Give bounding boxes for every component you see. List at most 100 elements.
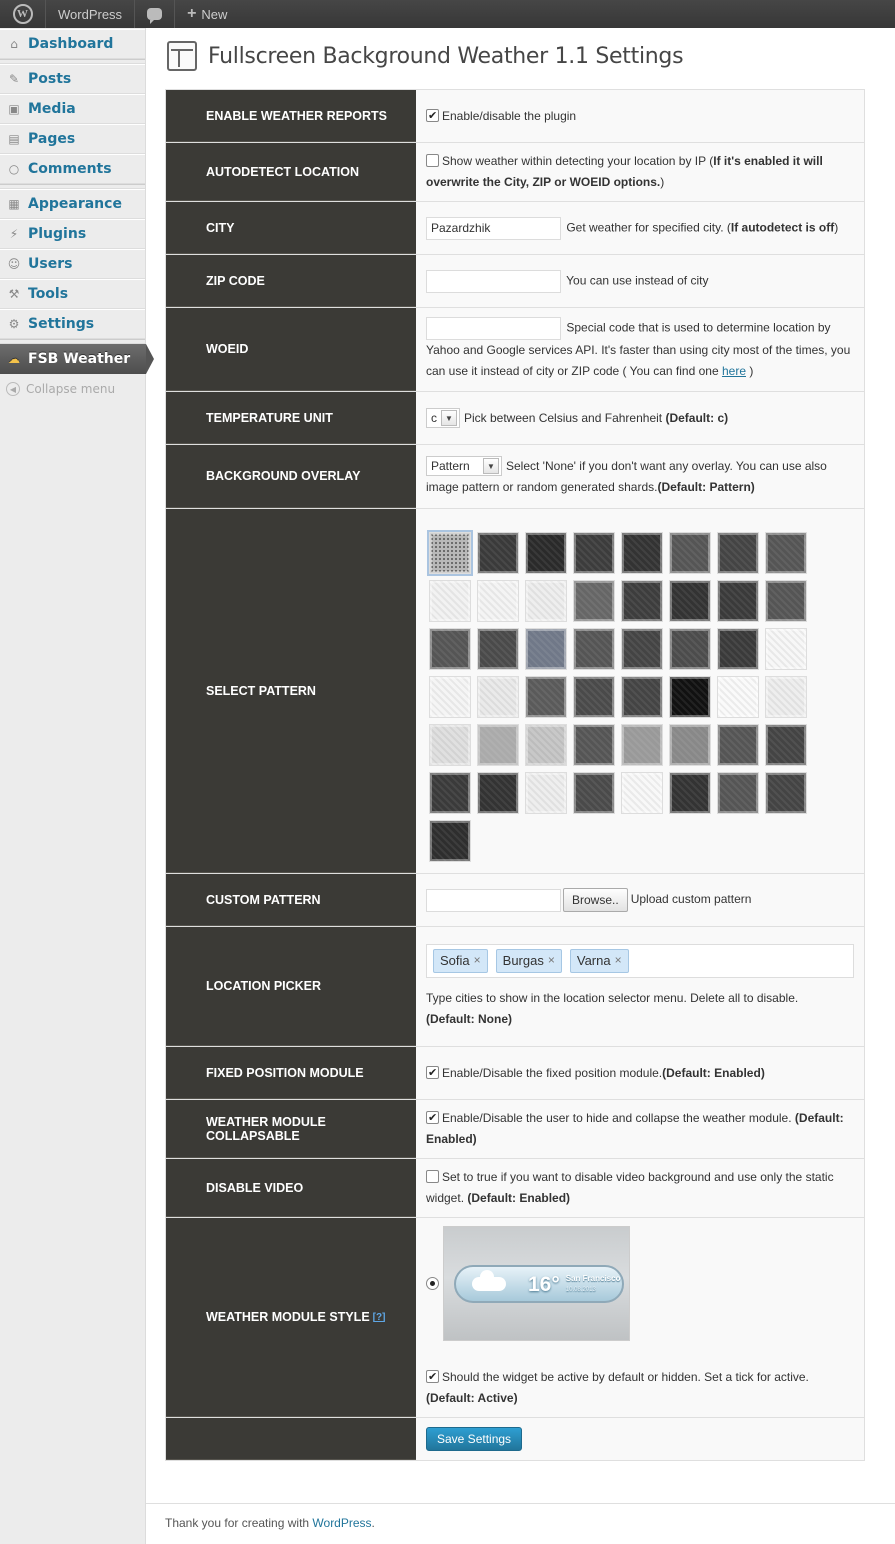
style-radio[interactable] — [426, 1277, 439, 1290]
collapse-menu-button[interactable]: ◀ Collapse menu — [0, 374, 145, 404]
pattern-swatch[interactable] — [573, 628, 615, 670]
woeid-here-link[interactable]: here — [722, 364, 746, 378]
pattern-swatch[interactable] — [429, 580, 471, 622]
widget-active-checkbox[interactable] — [426, 1367, 439, 1388]
pattern-swatch[interactable] — [765, 532, 807, 574]
custom-pattern-input[interactable] — [426, 888, 561, 912]
pattern-swatch[interactable] — [525, 532, 567, 574]
row-description: Pick between Celsius and Fahrenheit — [464, 410, 666, 425]
save-settings-button[interactable]: Save Settings — [426, 1427, 523, 1451]
comments-icon: ○ — [8, 162, 20, 176]
pattern-swatch[interactable] — [525, 580, 567, 622]
overlay-select[interactable]: Pattern ▼ — [426, 456, 502, 477]
pattern-swatch[interactable] — [525, 772, 567, 814]
pattern-swatch[interactable] — [477, 676, 519, 718]
menu-settings[interactable]: ⚙ Settings — [0, 309, 145, 339]
collapsable-checkbox[interactable] — [426, 1108, 439, 1129]
zip-input[interactable] — [426, 269, 561, 293]
menu-posts[interactable]: ✎ Posts — [0, 64, 145, 94]
pattern-swatch[interactable] — [573, 772, 615, 814]
pattern-swatch[interactable] — [429, 820, 471, 862]
autodetect-checkbox[interactable] — [426, 154, 439, 167]
row-description: Should the widget be active by default o… — [442, 1370, 809, 1384]
pattern-swatch[interactable] — [525, 724, 567, 766]
menu-media[interactable]: ▣ Media — [0, 94, 145, 124]
row-label: WOEID — [166, 308, 416, 391]
tag-label: Sofia — [440, 953, 470, 968]
menu-fsb-weather[interactable]: ☁ FSB Weather — [0, 344, 154, 374]
pattern-swatch[interactable] — [669, 580, 711, 622]
location-tag: Burgas × — [495, 948, 562, 973]
weather-style-preview[interactable]: 16° San Francisco 10.08.2013 — [443, 1226, 630, 1341]
pattern-swatch[interactable] — [429, 676, 471, 718]
city-input[interactable]: Pazardzhik — [426, 216, 561, 240]
pattern-swatch[interactable] — [621, 724, 663, 766]
pattern-swatch[interactable] — [621, 676, 663, 718]
row-city: CITY Pazardzhik Get weather for specifie… — [166, 202, 864, 255]
pattern-swatch[interactable] — [717, 532, 759, 574]
weather-date: 10.08.2013 — [565, 1286, 596, 1293]
menu-users[interactable]: ☺ Users — [0, 249, 145, 279]
menu-tools[interactable]: ⚒ Tools — [0, 279, 145, 309]
menu-pages[interactable]: ▤ Pages — [0, 124, 145, 154]
new-content-menu[interactable]: + New — [175, 0, 239, 28]
pattern-swatch[interactable] — [765, 628, 807, 670]
pattern-swatch[interactable] — [477, 532, 519, 574]
pattern-swatch[interactable] — [765, 724, 807, 766]
menu-comments[interactable]: ○ Comments — [0, 154, 145, 184]
pattern-swatch[interactable] — [429, 724, 471, 766]
pattern-swatch[interactable] — [477, 772, 519, 814]
pattern-swatch[interactable] — [669, 772, 711, 814]
comments-link[interactable] — [135, 0, 176, 28]
pattern-swatch[interactable] — [765, 772, 807, 814]
fixed-position-checkbox[interactable] — [426, 1063, 439, 1084]
pattern-swatch[interactable] — [765, 676, 807, 718]
pattern-swatch[interactable] — [525, 676, 567, 718]
woeid-input[interactable] — [426, 317, 561, 340]
pattern-swatch[interactable] — [669, 628, 711, 670]
menu-label: Comments — [28, 161, 112, 177]
menu-label: Media — [28, 101, 76, 117]
disable-video-checkbox[interactable] — [426, 1170, 439, 1183]
pattern-swatch[interactable] — [573, 580, 615, 622]
remove-tag-icon[interactable]: × — [615, 950, 622, 971]
pattern-swatch[interactable] — [477, 628, 519, 670]
remove-tag-icon[interactable]: × — [548, 950, 555, 971]
menu-plugins[interactable]: ⚡ Plugins — [0, 219, 145, 249]
pattern-swatch[interactable] — [621, 580, 663, 622]
pattern-swatch[interactable] — [669, 676, 711, 718]
plus-icon: + — [187, 5, 197, 22]
pattern-swatch[interactable] — [717, 580, 759, 622]
remove-tag-icon[interactable]: × — [474, 950, 481, 971]
temperature-unit-select[interactable]: c ▼ — [426, 408, 460, 429]
pattern-swatch[interactable] — [621, 532, 663, 574]
menu-dashboard[interactable]: ⌂ Dashboard — [0, 29, 145, 59]
pattern-swatch[interactable] — [573, 724, 615, 766]
pattern-swatch[interactable] — [525, 628, 567, 670]
site-name-link[interactable]: WordPress — [46, 0, 136, 28]
wordpress-logo-menu[interactable]: W — [0, 0, 46, 28]
pattern-swatch[interactable] — [477, 580, 519, 622]
pattern-swatch[interactable] — [621, 772, 663, 814]
pattern-swatch[interactable] — [427, 530, 473, 576]
pattern-swatch[interactable] — [717, 628, 759, 670]
pattern-swatch[interactable] — [765, 580, 807, 622]
pattern-swatch[interactable] — [717, 724, 759, 766]
wordpress-link[interactable]: WordPress — [312, 1516, 371, 1530]
dashboard-icon: ⌂ — [10, 37, 18, 51]
help-link[interactable]: [?] — [373, 1312, 386, 1323]
pattern-swatch[interactable] — [573, 676, 615, 718]
menu-appearance[interactable]: ▦ Appearance — [0, 189, 145, 219]
pattern-swatch[interactable] — [573, 532, 615, 574]
pattern-swatch[interactable] — [621, 628, 663, 670]
location-tag-input[interactable]: Sofia × Burgas × Varna × — [426, 943, 854, 978]
pattern-swatch[interactable] — [669, 532, 711, 574]
pattern-swatch[interactable] — [477, 724, 519, 766]
pattern-swatch[interactable] — [429, 628, 471, 670]
pattern-swatch[interactable] — [717, 772, 759, 814]
pattern-swatch[interactable] — [429, 772, 471, 814]
pattern-swatch[interactable] — [669, 724, 711, 766]
browse-button[interactable]: Browse.. — [563, 888, 628, 912]
pattern-swatch[interactable] — [717, 676, 759, 718]
enable-weather-checkbox[interactable] — [426, 106, 439, 127]
